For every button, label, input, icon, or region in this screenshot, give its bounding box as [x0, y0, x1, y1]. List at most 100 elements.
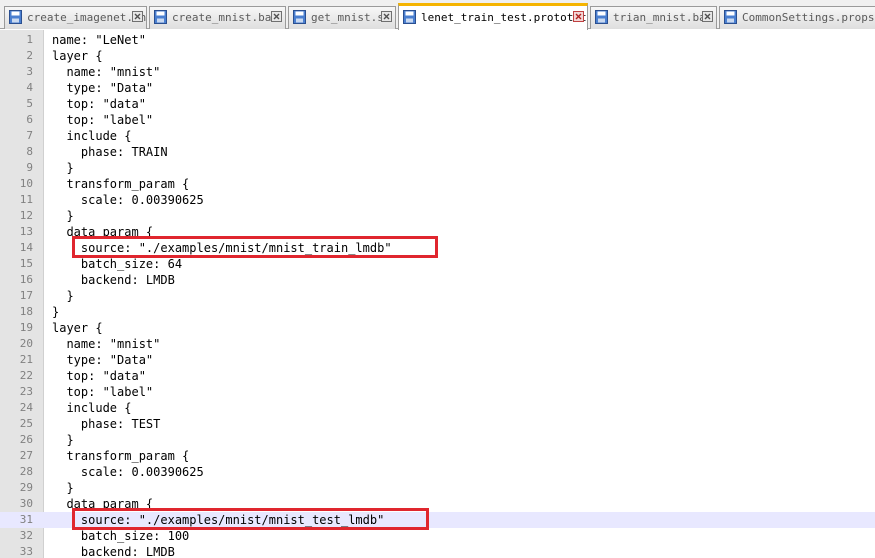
tab-get-mnist[interactable]: get_mnist.sh: [288, 6, 396, 29]
line-number: 22: [19, 369, 33, 382]
line-code: layer {: [52, 321, 103, 335]
code-line[interactable]: 1 name: "LeNet": [0, 32, 875, 48]
code-line[interactable]: 19 layer {: [0, 320, 875, 336]
code-line[interactable]: 7 include {: [0, 128, 875, 144]
tab-common-settings[interactable]: CommonSettings.props: [719, 6, 875, 29]
line-number: 18: [19, 305, 33, 318]
tab-label: create_imagenet.sh: [27, 11, 147, 24]
line-code: }: [52, 289, 74, 303]
line-code: batch_size: 64: [52, 257, 183, 271]
code-line[interactable]: 25 phase: TEST: [0, 416, 875, 432]
close-tab-icon[interactable]: [381, 11, 392, 22]
line-number: 29: [19, 481, 33, 494]
tab-label: CommonSettings.props: [742, 11, 875, 24]
code-line[interactable]: 22 top: "data": [0, 368, 875, 384]
line-code: type: "Data": [52, 81, 154, 95]
line-code: batch_size: 100: [52, 529, 190, 543]
code-line[interactable]: 11 scale: 0.00390625: [0, 192, 875, 208]
line-number: 11: [19, 193, 33, 206]
line-code: layer {: [52, 49, 103, 63]
code-line[interactable]: 3 name: "mnist": [0, 64, 875, 80]
tab-bar: create_imagenet.sh create_mnist.bat get_…: [0, 0, 875, 30]
close-tab-icon[interactable]: [271, 11, 282, 22]
tab-label: lenet_train_test.prototxt: [421, 11, 587, 24]
line-number: 19: [19, 321, 33, 334]
file-saved-icon: [724, 10, 737, 24]
line-number: 27: [19, 449, 33, 462]
close-tab-icon[interactable]: [132, 11, 143, 22]
tab-label: create_mnist.bat: [172, 11, 278, 24]
line-code: data_param {: [52, 497, 154, 511]
line-number: 20: [19, 337, 33, 350]
line-number: 5: [26, 97, 33, 110]
code-line[interactable]: 31 source: "./examples/mnist/mnist_test_…: [0, 512, 875, 528]
line-code: scale: 0.00390625: [52, 465, 204, 479]
code-line[interactable]: 9 }: [0, 160, 875, 176]
code-line[interactable]: 27 transform_param {: [0, 448, 875, 464]
code-line[interactable]: 29 }: [0, 480, 875, 496]
line-code: name: "mnist": [52, 65, 161, 79]
file-saved-icon: [154, 10, 167, 24]
tab-lenet-train-test[interactable]: lenet_train_test.prototxt: [398, 3, 588, 30]
line-number: 24: [19, 401, 33, 414]
line-code: backend: LMDB: [52, 545, 175, 558]
code-line[interactable]: 13 data_param {: [0, 224, 875, 240]
line-code: transform_param {: [52, 177, 190, 191]
code-line[interactable]: 28 scale: 0.00390625: [0, 464, 875, 480]
code-line[interactable]: 15 batch_size: 64: [0, 256, 875, 272]
line-code: top: "data": [52, 97, 146, 111]
tab-create-imagenet[interactable]: create_imagenet.sh: [4, 6, 147, 29]
close-tab-icon[interactable]: [573, 11, 584, 22]
code-line[interactable]: 20 name: "mnist": [0, 336, 875, 352]
line-number: 8: [26, 145, 33, 158]
line-number: 25: [19, 417, 33, 430]
line-code: phase: TEST: [52, 417, 161, 431]
code-line[interactable]: 14 source: "./examples/mnist/mnist_train…: [0, 240, 875, 256]
line-number: 23: [19, 385, 33, 398]
close-tab-icon[interactable]: [702, 11, 713, 22]
line-number: 17: [19, 289, 33, 302]
code-line[interactable]: 10 transform_param {: [0, 176, 875, 192]
tab-trian-mnist[interactable]: trian_mnist.bat: [590, 6, 717, 29]
line-code: top: "label": [52, 385, 154, 399]
file-saved-icon: [9, 10, 22, 24]
code-line[interactable]: 18}: [0, 304, 875, 320]
line-code: name: "mnist": [52, 337, 161, 351]
line-code: include {: [52, 401, 132, 415]
code-line[interactable]: 5 top: "data": [0, 96, 875, 112]
code-line[interactable]: 30 data_param {: [0, 496, 875, 512]
line-number: 13: [19, 225, 33, 238]
line-number: 6: [26, 113, 33, 126]
file-saved-icon: [293, 10, 306, 24]
line-code: source: "./examples/mnist/mnist_train_lm…: [52, 241, 392, 255]
line-code: phase: TRAIN: [52, 145, 168, 159]
line-code: }: [52, 481, 74, 495]
line-number: 16: [19, 273, 33, 286]
line-number: 32: [19, 529, 33, 542]
code-line[interactable]: 32 batch_size: 100: [0, 528, 875, 544]
code-line[interactable]: 8 phase: TRAIN: [0, 144, 875, 160]
code-line[interactable]: 24 include {: [0, 400, 875, 416]
code-line[interactable]: 33 backend: LMDB: [0, 544, 875, 558]
code-line[interactable]: 17 }: [0, 288, 875, 304]
line-number: 12: [19, 209, 33, 222]
line-code: type: "Data": [52, 353, 154, 367]
line-number: 26: [19, 433, 33, 446]
code-line[interactable]: 12 }: [0, 208, 875, 224]
code-editor[interactable]: 1 name: "LeNet" 2 layer {3 name: "mnist" 4 t…: [0, 30, 875, 558]
line-number: 3: [26, 65, 33, 78]
file-saved-icon: [403, 10, 416, 24]
notepad-window: create_imagenet.sh create_mnist.bat get_…: [0, 0, 875, 558]
line-code: }: [52, 161, 74, 175]
code-line[interactable]: 26 }: [0, 432, 875, 448]
tab-create-mnist[interactable]: create_mnist.bat: [149, 6, 286, 29]
code-line[interactable]: 16 backend: LMDB: [0, 272, 875, 288]
code-line[interactable]: 6 top: "label": [0, 112, 875, 128]
code-line[interactable]: 21 type: "Data": [0, 352, 875, 368]
code-line[interactable]: 2 layer {: [0, 48, 875, 64]
code-line[interactable]: 23 top: "label": [0, 384, 875, 400]
code-line[interactable]: 4 type: "Data": [0, 80, 875, 96]
line-code: top: "data": [52, 369, 146, 383]
line-code: scale: 0.00390625: [52, 193, 204, 207]
line-code: top: "label": [52, 113, 154, 127]
